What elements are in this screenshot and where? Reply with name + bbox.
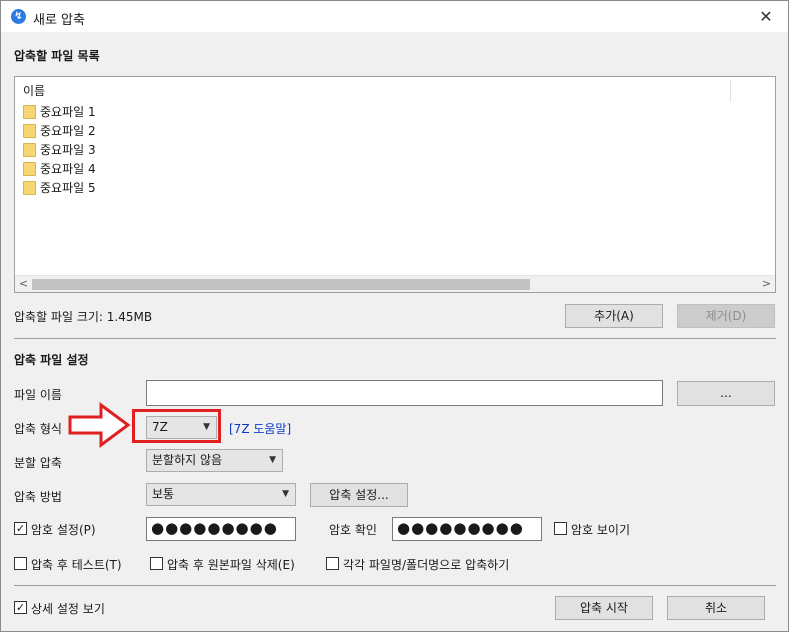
compression-settings-button[interactable]: 압축 설정... — [310, 483, 408, 507]
list-item[interactable]: 중요파일 3 — [23, 140, 96, 159]
chevron-down-icon: ▼ — [269, 455, 276, 465]
list-item[interactable]: 중요파일 4 — [23, 159, 96, 178]
folder-icon — [23, 161, 36, 176]
test-after-checkbox[interactable] — [14, 557, 27, 570]
method-label: 압축 방법 — [14, 490, 62, 504]
method-value: 보통 — [152, 487, 175, 501]
file-list[interactable]: 이름 중요파일 1 중요파일 2 중요파일 3 중요파일 4 중요파일 5 < … — [14, 76, 776, 293]
annotation-arrow-icon — [68, 402, 131, 448]
add-button[interactable]: 추가(A) — [565, 304, 663, 328]
scroll-right-icon[interactable]: > — [758, 276, 775, 293]
annotation-highlight-box — [132, 409, 221, 443]
password-checkbox-label[interactable]: 암호 설정(P) — [31, 521, 96, 538]
remove-button[interactable]: 제거(D) — [677, 304, 775, 328]
cancel-button[interactable]: 취소 — [667, 596, 765, 620]
footer-divider — [14, 585, 776, 586]
list-item[interactable]: 중요파일 5 — [23, 178, 96, 197]
chevron-down-icon: ▼ — [282, 489, 289, 499]
detail-settings-checkbox[interactable]: ✓ — [14, 601, 27, 614]
split-label: 분할 압축 — [14, 456, 62, 470]
window-title: 새로 압축 — [33, 13, 85, 28]
delete-original-label[interactable]: 압축 후 원본파일 삭제(E) — [167, 556, 295, 573]
split-value: 분할하지 않음 — [152, 453, 223, 467]
split-select[interactable]: 분할하지 않음 ▼ — [146, 449, 283, 472]
show-password-checkbox[interactable] — [554, 522, 567, 535]
filelist-section-title: 압축할 파일 목록 — [14, 49, 100, 63]
each-file-label[interactable]: 각각 파일명/폴더명으로 압축하기 — [343, 556, 509, 573]
list-item[interactable]: 중요파일 2 — [23, 121, 96, 140]
title-bar: ↯ 새로 압축 ✕ — [1, 1, 788, 32]
section-divider — [14, 338, 776, 339]
scrollbar-thumb[interactable] — [32, 279, 530, 290]
delete-original-checkbox[interactable] — [150, 557, 163, 570]
format-help-link[interactable]: [7Z 도움말] — [229, 420, 291, 437]
bandizip-app-icon: ↯ — [11, 9, 26, 24]
filename-label: 파일 이름 — [14, 388, 62, 402]
compress-dialog: ↯ 새로 압축 ✕ 압축할 파일 목록 이름 중요파일 1 중요파일 2 중요파… — [0, 0, 789, 632]
method-select[interactable]: 보통 ▼ — [146, 483, 296, 506]
test-after-label[interactable]: 압축 후 테스트(T) — [31, 556, 122, 573]
folder-icon — [23, 104, 36, 119]
start-compress-button[interactable]: 압축 시작 — [555, 596, 653, 620]
list-item-label: 중요파일 3 — [40, 143, 96, 157]
list-item-label: 중요파일 5 — [40, 181, 96, 195]
each-file-checkbox[interactable] — [326, 557, 339, 570]
list-item-label: 중요파일 2 — [40, 124, 96, 138]
file-size-label: 압축할 파일 크기: 1.45MB — [14, 310, 153, 324]
confirm-password-label: 암호 확인 — [329, 523, 377, 537]
scroll-left-icon[interactable]: < — [15, 276, 32, 293]
filename-text-partial — [151, 383, 661, 391]
list-item-label: 중요파일 4 — [40, 162, 96, 176]
list-item-label: 중요파일 1 — [40, 105, 96, 119]
column-divider — [730, 80, 731, 102]
column-header-name[interactable]: 이름 — [23, 82, 45, 99]
browse-button[interactable]: ... — [677, 381, 775, 406]
password-checkbox[interactable]: ✓ — [14, 522, 27, 535]
detail-settings-label[interactable]: 상세 설정 보기 — [31, 600, 105, 617]
list-item[interactable]: 중요파일 1 — [23, 102, 96, 121]
format-label: 압축 형식 — [14, 422, 62, 436]
password-input[interactable]: ●●●●●●●●● — [146, 517, 296, 541]
folder-icon — [23, 142, 36, 157]
folder-icon — [23, 180, 36, 195]
folder-icon — [23, 123, 36, 138]
settings-section-title: 압축 파일 설정 — [14, 353, 89, 367]
confirm-password-input[interactable]: ●●●●●●●●● — [392, 517, 542, 541]
close-button[interactable]: ✕ — [744, 1, 788, 32]
filename-input[interactable] — [146, 380, 663, 406]
horizontal-scrollbar[interactable]: < > — [15, 275, 775, 292]
show-password-label[interactable]: 암호 보이기 — [571, 521, 630, 538]
